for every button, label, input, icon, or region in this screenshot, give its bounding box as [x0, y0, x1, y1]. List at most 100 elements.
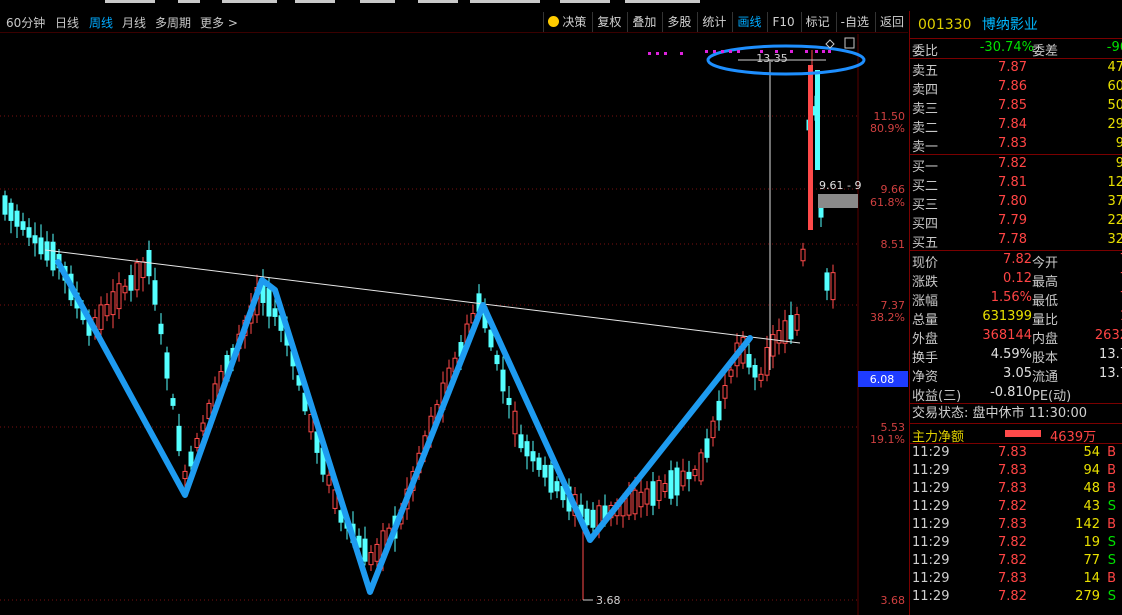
tick-time: 11:29 — [912, 589, 950, 604]
stat-row: 总量631399量比1 — [910, 308, 1122, 328]
period-weekly[interactable]: 周线 — [89, 14, 113, 31]
tick-price: 7.82 — [998, 589, 1027, 604]
candle-body — [500, 369, 506, 392]
draw-line-button[interactable]: 画线 — [732, 12, 765, 32]
candle-body — [266, 287, 272, 317]
candle-body — [140, 261, 146, 279]
overlay-button[interactable]: 叠加 — [627, 12, 660, 32]
statistics-button[interactable]: 统计 — [697, 12, 730, 32]
tick-volume: 48 — [1083, 481, 1100, 496]
candle-body — [26, 227, 32, 238]
tick-list[interactable]: 11:29 7.83 54 B 11:29 7.83 94 B 11:29 7.83 48 B 11:2… — [910, 443, 1122, 606]
period-multi[interactable]: 多周期 — [155, 14, 191, 31]
tick-row: 11:29 7.82 43 S — [910, 498, 1122, 516]
ask-label: 卖一 — [912, 140, 939, 155]
signal-dot — [648, 52, 651, 55]
kline-svg: 11.509.668.517.375.533.6880.9%61.8%38.2%… — [0, 34, 908, 615]
candle-body — [8, 202, 14, 221]
multi-stock-button[interactable]: 多股 — [662, 12, 695, 32]
period-monthly[interactable]: 月线 — [122, 14, 146, 31]
signal-dot — [705, 50, 708, 53]
candle-body — [194, 437, 200, 449]
adjust-button[interactable]: 复权 — [592, 12, 625, 32]
spike-body — [808, 65, 813, 230]
candle-body — [134, 262, 140, 291]
decision-label: 决策 — [562, 15, 587, 29]
tick-price: 7.83 — [998, 571, 1027, 586]
kline-chart[interactable]: 11.50 9.66 8.51 7.37 5.53 3.68 80.9% 61.8% 38.2%… — [0, 34, 908, 615]
neckline — [44, 249, 801, 344]
f10-button[interactable]: F10 — [767, 12, 798, 32]
decision-button[interactable]: 决策 — [543, 12, 590, 32]
candle-body — [644, 488, 650, 505]
stat-label: 涨跌 — [912, 275, 939, 290]
candle-body — [692, 468, 698, 477]
back-button[interactable]: 返回 — [874, 12, 908, 32]
mark-button[interactable]: 标记 — [800, 12, 834, 32]
weicha-value: -96 — [1106, 40, 1122, 55]
signal-dot — [815, 50, 818, 53]
period-60min[interactable]: 60分钟 — [6, 14, 45, 31]
tick-row: 11:29 7.83 142 B — [910, 516, 1122, 534]
candle-body — [830, 272, 836, 301]
signal-dot — [721, 50, 724, 53]
period-daily[interactable]: 日线 — [55, 14, 79, 31]
quote-panel: 001330 博纳影业 委比 -30.74% 委差 -96 卖五 7.87 47 卖四… — [909, 11, 1122, 615]
tick-volume: 14 — [1083, 571, 1100, 586]
ask-label: 卖五 — [912, 64, 939, 79]
bid-row-4: 买四 7.79 22 — [910, 212, 1122, 232]
candle-body — [122, 285, 128, 294]
candle-body — [794, 314, 800, 331]
fib-pct-label: 61.8% — [870, 196, 905, 209]
panel-toggle-icon — [844, 37, 855, 49]
candle-body — [650, 481, 656, 506]
tick-price: 7.83 — [998, 463, 1027, 478]
candle-body — [368, 552, 374, 566]
stock-code: 001330 — [918, 17, 972, 33]
candle-body — [686, 471, 692, 480]
bid-label: 买二 — [912, 179, 939, 194]
ask-volume: 29 — [1107, 117, 1122, 132]
stock-header: 001330 博纳影业 — [910, 11, 1122, 39]
signal-dot — [790, 50, 793, 53]
signal-dot — [822, 50, 825, 53]
candle-body — [662, 483, 668, 492]
candle-body — [680, 470, 686, 487]
tick-price: 7.82 — [998, 553, 1027, 568]
bid-row-2: 买二 7.81 12 — [910, 174, 1122, 194]
candle-body — [2, 195, 8, 215]
candle-body — [800, 248, 806, 262]
candle-body — [530, 451, 536, 462]
weicha-label: 委差 — [1032, 44, 1059, 59]
ask-price: 7.87 — [998, 60, 1027, 75]
tick-row: 11:29 7.82 19 S — [910, 534, 1122, 552]
stat-label: 总量 — [912, 313, 939, 328]
bid-price: 7.78 — [998, 232, 1027, 247]
tick-row: 11:29 7.83 54 B — [910, 444, 1122, 462]
tick-time: 11:29 — [912, 535, 950, 550]
price-tick-label: 9.66 — [881, 183, 906, 196]
candle-body — [758, 373, 764, 381]
candle-body — [44, 241, 50, 261]
bid-row-3: 买三 7.80 37 — [910, 193, 1122, 213]
candle-body — [128, 275, 134, 291]
stat-value: 7.82 — [1003, 252, 1032, 267]
ask-volume: 60 — [1107, 79, 1122, 94]
candle-body — [200, 422, 206, 432]
ask-row-5: 卖一 7.83 9 — [910, 135, 1122, 155]
remove-watchlist-button[interactable]: -自选 — [835, 12, 873, 32]
fib-pct-label: 38.2% — [870, 311, 905, 324]
candle-body — [524, 441, 530, 457]
tick-side: S — [1107, 535, 1116, 550]
chart-toolbar: 60分钟 日线 周线 月线 多周期 更多 > 决策 复权 叠加 多股 统计 画线… — [0, 11, 908, 33]
signal-dot — [680, 52, 683, 55]
bid-row-1: 买一 7.82 9 — [910, 155, 1122, 175]
candle-body — [638, 491, 644, 508]
tick-side: B — [1107, 445, 1116, 460]
weibi-label: 委比 — [912, 44, 939, 59]
stat-value: 1.56% — [990, 290, 1032, 305]
range-box — [818, 194, 858, 208]
period-more[interactable]: 更多 > — [200, 14, 238, 31]
bid-row-5: 买五 7.78 32 — [910, 231, 1122, 251]
tick-volume: 279 — [1075, 589, 1100, 604]
